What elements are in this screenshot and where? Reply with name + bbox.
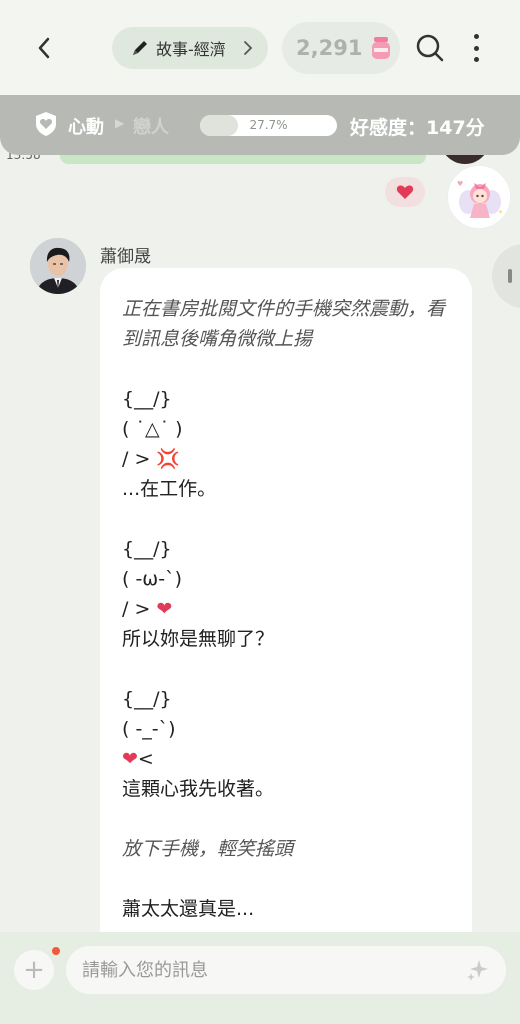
coin-count: 2,291 — [296, 36, 363, 60]
message-line: 蕭太太還真是... — [122, 898, 255, 920]
side-panel-handle[interactable] — [492, 244, 520, 308]
svg-text:♥: ♥ — [457, 180, 463, 188]
heart-icon: ❤ — [122, 748, 138, 770]
message-input[interactable] — [66, 946, 506, 994]
action-narration: 正在書房批閱文件的手機突然震動，看到訊息後嘴角微微上揚 — [122, 298, 446, 350]
chevron-left-icon — [38, 37, 50, 59]
dot-icon — [473, 57, 479, 62]
message-line: 所以妳是無聊了？ — [122, 628, 275, 650]
message-line: ❤< — [122, 748, 154, 770]
message-line: {__/} — [122, 688, 172, 710]
character-avatar[interactable] — [30, 238, 86, 294]
affinity-score: 好感度：147分 — [350, 117, 485, 139]
coin-balance[interactable]: 2,291 — [282, 22, 400, 74]
chevron-right-icon — [244, 41, 253, 55]
ai-suggest-button[interactable] — [466, 958, 490, 982]
notification-dot — [52, 947, 60, 955]
message-line: / > 💢 — [122, 448, 181, 470]
fairy-assistant-avatar[interactable]: ♥ ✦ — [447, 165, 511, 229]
search-icon — [416, 34, 444, 62]
message-line: {__/} — [122, 388, 172, 410]
message-line: / > ❤ — [122, 598, 173, 620]
story-category-label: 故事-經濟 — [156, 40, 226, 59]
character-message-bubble: 正在書房批閱文件的手機突然震動，看到訊息後嘴角微微上揚 {__/} ( ˙△˙ ) /… — [100, 268, 472, 968]
message-input-bar: + — [0, 932, 520, 1024]
heart-icon — [396, 185, 414, 199]
plus-icon: + — [23, 955, 45, 985]
pen-icon — [133, 41, 147, 55]
message-line: ...在工作。 — [122, 478, 217, 500]
dot-icon — [473, 45, 479, 51]
message-line: ( -ω-`) — [122, 568, 182, 590]
handle-grip-icon — [508, 269, 512, 283]
affinity-progress-bar: 27.7% — [200, 115, 337, 136]
relationship-stage-next: 戀人 — [133, 117, 169, 138]
dot-icon — [473, 34, 479, 39]
heart-shield-icon — [36, 112, 56, 136]
message-line: ( ˙△˙ ) — [122, 418, 183, 440]
top-bar: 故事-經濟 2,291 — [0, 0, 520, 96]
character-portrait-icon — [30, 238, 86, 294]
add-attachment-button[interactable]: + — [14, 950, 54, 990]
story-category-button[interactable]: 故事-經濟 — [112, 27, 268, 69]
fairy-icon: ♥ ✦ — [449, 167, 510, 228]
action-narration: 放下手機，輕笑搖頭 — [122, 838, 294, 860]
message-line: ( -_-`) — [122, 718, 176, 740]
sparkle-icon — [467, 960, 488, 981]
like-reaction-button[interactable] — [385, 177, 425, 207]
jar-icon — [372, 37, 391, 59]
character-name: 蕭御晟 — [100, 247, 151, 267]
message-line: 這顆心我先收著。 — [122, 778, 275, 800]
heart-icon: ❤ — [156, 598, 173, 620]
message-line: {__/} — [122, 538, 172, 560]
more-options-button[interactable] — [466, 30, 486, 66]
back-button[interactable] — [28, 30, 60, 66]
search-button[interactable] — [414, 32, 446, 64]
progress-label: 27.7% — [249, 118, 288, 132]
svg-text:✦: ✦ — [498, 209, 503, 216]
relationship-stage-current: 心動 — [68, 117, 104, 138]
play-arrow-icon: ▶ — [115, 116, 125, 130]
